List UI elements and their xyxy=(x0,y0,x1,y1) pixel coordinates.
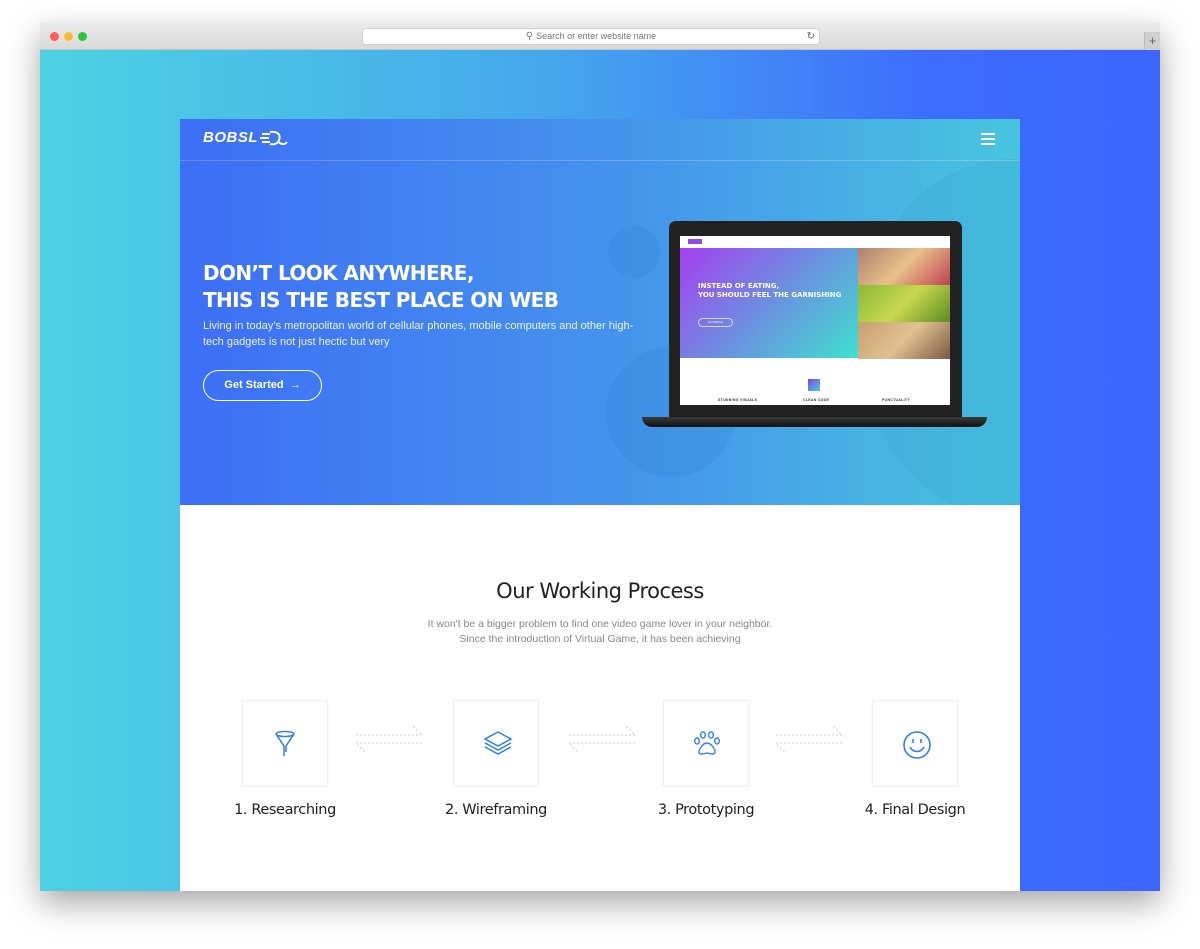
site-header: BOBSL xyxy=(180,119,1020,161)
step-card-final-design xyxy=(872,700,958,786)
logo-mark-icon xyxy=(260,130,288,146)
logo-text: BOBSL xyxy=(203,129,258,146)
site-logo[interactable]: BOBSL xyxy=(203,129,288,147)
mockup-photo xyxy=(858,285,950,322)
arrow-right-icon: → xyxy=(286,379,301,391)
step-label: 4. Final Design xyxy=(864,802,966,818)
close-window-button[interactable] xyxy=(50,32,59,41)
exchange-arrows-icon xyxy=(774,724,844,754)
minimize-window-button[interactable] xyxy=(64,32,73,41)
hero-section: BOBSL DON’T LOOK ANYWHERE, THIS IS THE BE… xyxy=(180,119,1020,505)
hero-title: DON’T LOOK ANYWHERE, THIS IS THE BEST PLA… xyxy=(203,261,559,312)
step-label: 2. Wireframing xyxy=(445,802,547,818)
laptop-screen: INSTEAD OF EATING, YOU SHOULD FEEL THE GA… xyxy=(680,236,950,405)
mockup-hero: INSTEAD OF EATING, YOU SHOULD FEEL THE GA… xyxy=(680,248,858,358)
address-bar[interactable]: ⚲ Search or enter website name ↻ xyxy=(362,28,820,45)
hero-subtitle: Living in today’s metropolitan world of … xyxy=(203,320,634,348)
step-card-researching xyxy=(242,700,328,786)
decor-circle xyxy=(608,226,660,278)
process-title: Our Working Process xyxy=(496,579,704,603)
exchange-arrows-icon xyxy=(354,724,424,754)
process-section: Our Working Process It won't be a bigger… xyxy=(180,505,1020,891)
exchange-arrows-icon xyxy=(567,724,637,754)
step-label: 1. Researching xyxy=(234,802,336,818)
get-started-button[interactable]: Get Started → xyxy=(203,370,322,401)
search-icon: ⚲ xyxy=(525,31,534,42)
address-placeholder: Search or enter website name xyxy=(536,31,657,41)
mockup-logo xyxy=(688,239,702,244)
paw-icon xyxy=(694,731,721,755)
funnel-icon xyxy=(275,730,295,756)
new-tab-button[interactable]: + xyxy=(1144,32,1160,50)
mockup-feature: STUNNING VISUALS xyxy=(718,398,758,402)
step-card-prototyping xyxy=(663,700,749,786)
smiley-icon xyxy=(903,731,931,759)
process-description: It won't be a bigger problem to find one… xyxy=(427,618,773,645)
browser-window: ⚲ Search or enter website name ↻ + BOBSL D… xyxy=(40,22,1160,891)
maximize-window-button[interactable] xyxy=(78,32,87,41)
mockup-button: Get Started xyxy=(698,318,733,327)
website: BOBSL DON’T LOOK ANYWHERE, THIS IS THE BE… xyxy=(180,119,1020,891)
reload-icon[interactable]: ↻ xyxy=(807,29,815,44)
mockup-feature: PUNCTUALITY xyxy=(882,398,910,402)
laptop-base xyxy=(642,417,987,427)
mockup-feature: CLEAN CODE xyxy=(803,398,830,402)
mockup-photo xyxy=(858,248,950,285)
menu-icon[interactable] xyxy=(981,133,995,148)
step-label: 3. Prototyping xyxy=(657,802,755,818)
laptop-mockup: INSTEAD OF EATING, YOU SHOULD FEEL THE GA… xyxy=(669,221,962,420)
layers-icon xyxy=(483,731,513,755)
mockup-icon xyxy=(808,379,820,391)
step-card-wireframing xyxy=(453,700,539,786)
browser-toolbar: ⚲ Search or enter website name ↻ + xyxy=(40,22,1160,50)
mockup-photo xyxy=(858,322,950,359)
